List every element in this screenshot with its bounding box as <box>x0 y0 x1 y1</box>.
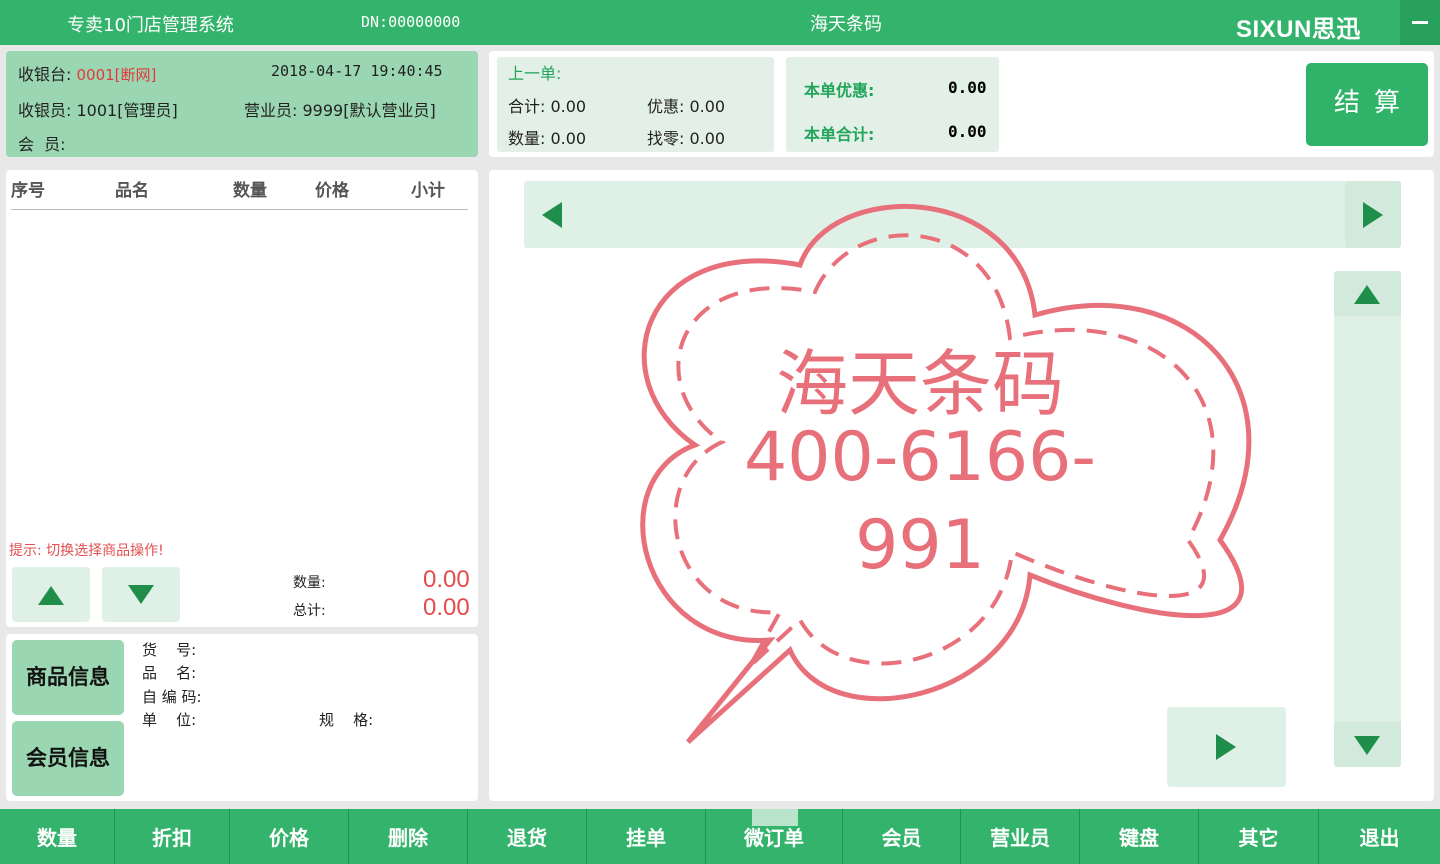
name-label: 品 名: <box>142 664 197 682</box>
category-strip[interactable] <box>524 181 1401 248</box>
current-total-value: 0.00 <box>948 122 987 141</box>
arrow-right-icon <box>1216 734 1236 760</box>
drawer-handle[interactable] <box>752 809 798 826</box>
toolbar-salesperson-button[interactable]: 营业员 <box>961 809 1080 864</box>
title-bar: 专卖10门店管理系统 DN:00000000 海天条码 SIXUN思迅 <box>0 0 1440 45</box>
arrow-down-icon <box>1354 736 1380 755</box>
scroll-down-button[interactable] <box>1334 722 1401 767</box>
member-info: 会 员: <box>18 135 66 154</box>
col-header-name: 品名 <box>115 181 149 201</box>
last-order-discount: 优惠: 0.00 <box>647 97 726 116</box>
item-up-button[interactable] <box>12 567 90 622</box>
register-info-panel: 收银台: 0001[断网] 2018-04-17 19:40:45 收银员: 1… <box>6 51 478 157</box>
toolbar-other-button[interactable]: 其它 <box>1199 809 1319 864</box>
toolbar-exit-button[interactable]: 退出 <box>1319 809 1440 864</box>
product-info-tab[interactable]: 商品信息 <box>12 640 124 715</box>
last-order-total: 合计: 0.00 <box>508 97 587 116</box>
qty-label: 数量: <box>293 575 326 591</box>
last-order-change: 找零: 0.00 <box>647 129 726 148</box>
toolbar-keyboard-button[interactable]: 键盘 <box>1080 809 1199 864</box>
col-header-price: 价格 <box>315 181 349 201</box>
col-header-index: 序号 <box>11 181 45 201</box>
header-divider <box>11 209 468 210</box>
app-title: 专卖10门店管理系统 <box>67 15 234 36</box>
sku-label: 货 号: <box>142 641 197 659</box>
arrow-down-icon <box>128 585 154 604</box>
current-discount-label: 本单优惠: <box>804 81 875 100</box>
toolbar-discount-button[interactable]: 折扣 <box>115 809 230 864</box>
code-label: 自 编 码: <box>142 688 202 706</box>
toolbar-price-button[interactable]: 价格 <box>230 809 349 864</box>
register-value: 0001[断网] <box>76 66 157 84</box>
item-down-button[interactable] <box>102 567 180 622</box>
current-total-label: 本单合计: <box>804 125 875 144</box>
toolbar-member-button[interactable]: 会员 <box>843 809 961 864</box>
total-label: 总计: <box>293 603 326 619</box>
arrow-left-icon <box>542 202 562 228</box>
register-label: 收银台: <box>18 65 72 84</box>
scroll-up-button[interactable] <box>1334 271 1401 316</box>
current-discount-value: 0.00 <box>948 78 987 97</box>
toolbar-quantity-button[interactable]: 数量 <box>0 809 115 864</box>
cashier-info: 收银员: 1001[管理员] <box>18 101 178 120</box>
next-page-button[interactable] <box>1167 707 1286 787</box>
member-info-tab[interactable]: 会员信息 <box>12 721 124 796</box>
bottom-toolbar: 数量 折扣 价格 删除 退货 挂单 微订单 会员 营业员 键盘 其它 退出 <box>0 809 1440 864</box>
salesperson-info: 营业员: 9999[默认营业员] <box>244 101 436 120</box>
vertical-scroller[interactable] <box>1334 271 1401 767</box>
datetime: 2018-04-17 19:40:45 <box>271 62 443 80</box>
col-header-subtotal: 小计 <box>411 181 445 201</box>
minimize-icon <box>1412 21 1428 24</box>
last-order-box: 上一单: 合计: 0.00 优惠: 0.00 数量: 0.00 找零: 0.00 <box>497 57 774 152</box>
category-prev-button[interactable] <box>530 190 576 240</box>
qty-value: 0.00 <box>423 566 470 593</box>
toolbar-return-button[interactable]: 退货 <box>468 809 587 864</box>
brand-logo: SIXUN思迅 <box>1236 16 1361 43</box>
checkout-button[interactable]: 结算 <box>1306 63 1428 146</box>
window-title: 海天条码 <box>810 14 882 35</box>
device-number: DN:00000000 <box>361 13 461 31</box>
current-order-box: 本单优惠: 0.00 本单合计: 0.00 <box>786 57 999 152</box>
category-next-button[interactable] <box>1345 181 1401 248</box>
last-order-title: 上一单: <box>508 64 562 83</box>
minimize-button[interactable] <box>1400 0 1440 45</box>
last-order-quantity: 数量: 0.00 <box>508 129 587 148</box>
spec-label: 规 格: <box>319 711 374 729</box>
total-value: 0.00 <box>423 594 470 621</box>
col-header-quantity: 数量 <box>233 181 267 201</box>
hint-text: 提示: 切换选择商品操作! <box>9 543 164 559</box>
toolbar-hold-button[interactable]: 挂单 <box>587 809 706 864</box>
order-items-list[interactable] <box>11 212 468 532</box>
product-grid-area <box>489 170 1434 801</box>
unit-label: 单 位: <box>142 711 197 729</box>
arrow-up-icon <box>1354 285 1380 304</box>
arrow-up-icon <box>38 586 64 605</box>
arrow-right-icon <box>1363 202 1383 228</box>
toolbar-delete-button[interactable]: 删除 <box>349 809 468 864</box>
